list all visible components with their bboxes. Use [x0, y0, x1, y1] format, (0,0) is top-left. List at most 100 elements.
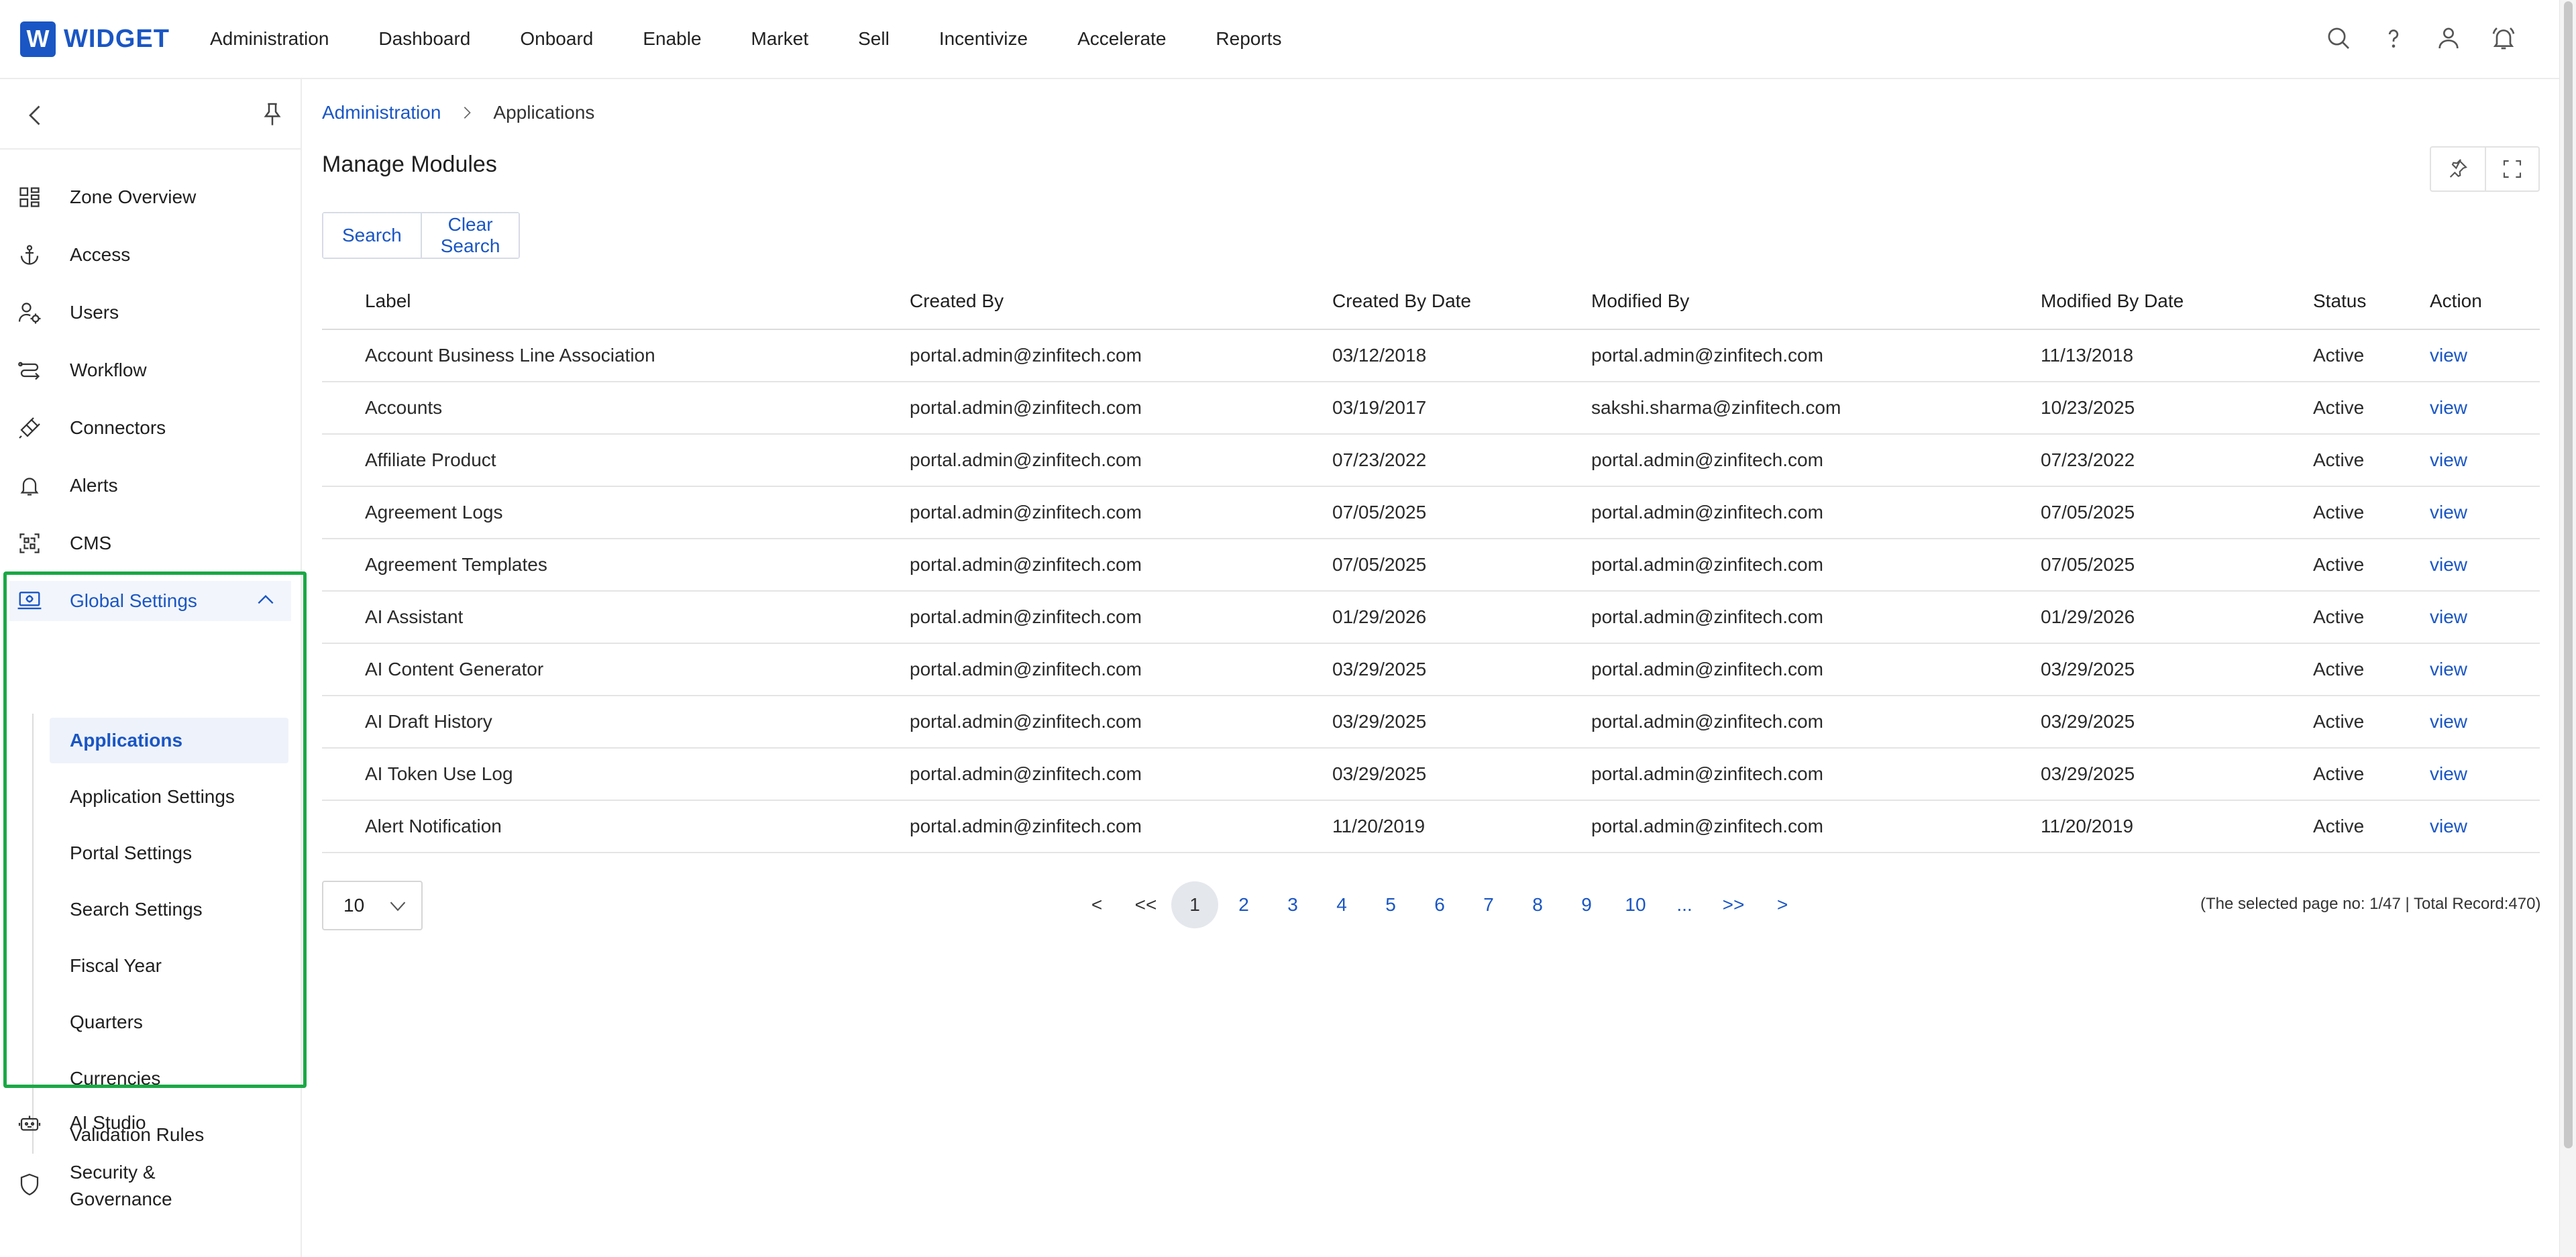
robot-icon: [15, 1108, 44, 1138]
sidebar-item-workflow[interactable]: Workflow: [0, 350, 302, 390]
view-link[interactable]: view: [2430, 659, 2467, 680]
view-link[interactable]: view: [2430, 711, 2467, 732]
nav-administration[interactable]: Administration: [210, 28, 329, 50]
nav-incentivize[interactable]: Incentivize: [939, 28, 1028, 50]
page-size-select[interactable]: 10: [322, 881, 423, 930]
cell-created-by-date: 03/29/2025: [1332, 711, 1427, 732]
sidebar-item-label: Zone Overview: [70, 186, 197, 207]
cell-status: Active: [2313, 763, 2365, 784]
pagination-page-9[interactable]: 9: [1563, 881, 1610, 928]
cell-status: Active: [2313, 502, 2365, 523]
cell-label: AI Assistant: [365, 606, 464, 627]
table-row: AI Assistant portal.admin@zinfitech.com 01…: [322, 592, 2540, 644]
table-row: AI Content Generator portal.admin@zinfite…: [322, 644, 2540, 696]
sidebar-item-cms[interactable]: CMS: [0, 523, 302, 563]
view-link[interactable]: view: [2430, 763, 2467, 785]
pagination-ellipsis[interactable]: ...: [1661, 881, 1708, 928]
view-link[interactable]: view: [2430, 554, 2467, 576]
clear-search-button[interactable]: Clear Search: [420, 213, 519, 258]
column-header-created-by-date[interactable]: Created By Date: [1332, 290, 1471, 312]
cell-modified-by-date: 07/23/2022: [2041, 449, 2135, 470]
cell-created-by: portal.admin@zinfitech.com: [910, 554, 1142, 575]
cell-label: AI Token Use Log: [365, 763, 513, 784]
pagination-page-10[interactable]: 10: [1612, 881, 1659, 928]
fullscreen-icon[interactable]: [2485, 148, 2538, 190]
pagination-next[interactable]: >: [1759, 881, 1806, 928]
pagination-prev-block[interactable]: <<: [1122, 881, 1169, 928]
view-link[interactable]: view: [2430, 502, 2467, 523]
sidebar-item-label: Workflow: [70, 360, 147, 380]
cell-label: Agreement Logs: [365, 502, 503, 523]
user-icon[interactable]: [2433, 23, 2464, 54]
cell-status: Active: [2313, 449, 2365, 470]
table-row: AI Token Use Log portal.admin@zinfitech.c…: [322, 749, 2540, 801]
view-link[interactable]: view: [2430, 816, 2467, 837]
nav-market[interactable]: Market: [751, 28, 809, 50]
sidebar-item-label: CMS: [70, 533, 112, 553]
pagination-info: (The selected page no: 1/47 | Total Reco…: [2200, 895, 2541, 913]
cell-modified-by-date: 07/05/2025: [2041, 502, 2135, 523]
cell-modified-by-date: 07/05/2025: [2041, 554, 2135, 575]
pin-icon[interactable]: [2431, 148, 2485, 190]
pin-sidebar-icon[interactable]: [259, 99, 286, 132]
page-scrollbar[interactable]: [2559, 0, 2576, 1257]
pagination-page-3[interactable]: 3: [1269, 881, 1316, 928]
sidebar-item-access[interactable]: Access: [0, 235, 302, 275]
help-icon[interactable]: [2378, 23, 2409, 54]
global-settings-highlight-box: [3, 571, 307, 1088]
cell-created-by-date: 03/29/2025: [1332, 763, 1427, 784]
pagination-page-6[interactable]: 6: [1416, 881, 1463, 928]
pagination-page-4[interactable]: 4: [1318, 881, 1365, 928]
search-button[interactable]: Search: [323, 213, 421, 258]
column-header-label[interactable]: Label: [365, 290, 411, 312]
pagination-prev[interactable]: <: [1073, 881, 1120, 928]
nav-enable[interactable]: Enable: [643, 28, 701, 50]
users-gear-icon: [15, 298, 44, 327]
bell-icon[interactable]: [2488, 23, 2519, 54]
search-icon[interactable]: [2323, 23, 2354, 54]
cell-modified-by: portal.admin@zinfitech.com: [1591, 763, 1823, 784]
sidebar-item-security-governance[interactable]: Security & Governance: [0, 1158, 302, 1211]
brand-logo[interactable]: W WIDGET: [20, 21, 170, 57]
breadcrumb-administration[interactable]: Administration: [322, 102, 441, 123]
nav-reports[interactable]: Reports: [1216, 28, 1281, 50]
column-header-created-by[interactable]: Created By: [910, 290, 1004, 312]
page-actions: [2430, 146, 2540, 192]
sidebar-item-users[interactable]: Users: [0, 292, 302, 333]
top-navbar: W WIDGET Administration Dashboard Onboar…: [0, 0, 2559, 79]
column-header-modified-by[interactable]: Modified By: [1591, 290, 1689, 312]
cell-status: Active: [2313, 397, 2365, 418]
pagination-page-8[interactable]: 8: [1514, 881, 1561, 928]
cell-created-by: portal.admin@zinfitech.com: [910, 397, 1142, 418]
collapse-sidebar-icon[interactable]: [24, 102, 48, 132]
sidebar-item-connectors[interactable]: Connectors: [0, 408, 302, 448]
view-link[interactable]: view: [2430, 345, 2467, 366]
nav-accelerate[interactable]: Accelerate: [1077, 28, 1166, 50]
nav-onboard[interactable]: Onboard: [520, 28, 593, 50]
scrollbar-thumb[interactable]: [2564, 1, 2573, 1148]
nav-dashboard[interactable]: Dashboard: [378, 28, 470, 50]
nav-sell[interactable]: Sell: [858, 28, 890, 50]
shield-icon: [15, 1170, 44, 1199]
sidebar-item-label-line2: Governance: [70, 1189, 172, 1209]
pagination-page-1[interactable]: 1: [1171, 881, 1218, 928]
view-link[interactable]: view: [2430, 606, 2467, 628]
pagination-page-2[interactable]: 2: [1220, 881, 1267, 928]
pagination-page-7[interactable]: 7: [1465, 881, 1512, 928]
sidebar-item-label-line1: Security &: [70, 1162, 156, 1183]
sidebar-item-ai-studio[interactable]: AI Studio: [0, 1103, 302, 1143]
cell-label: AI Draft History: [365, 711, 492, 732]
pagination-page-5[interactable]: 5: [1367, 881, 1414, 928]
table-row: Agreement Logs portal.admin@zinfitech.com…: [322, 487, 2540, 539]
sidebar-item-alerts[interactable]: Alerts: [0, 466, 302, 506]
anchor-icon: [15, 240, 44, 270]
table-header: Label Created By Created By Date Modifie…: [322, 274, 2540, 330]
view-link[interactable]: view: [2430, 397, 2467, 419]
cell-label: AI Content Generator: [365, 659, 544, 679]
sidebar-item-zone-overview[interactable]: Zone Overview: [0, 177, 302, 217]
view-link[interactable]: view: [2430, 449, 2467, 471]
cell-created-by-date: 03/12/2018: [1332, 345, 1427, 366]
column-header-status[interactable]: Status: [2313, 290, 2366, 312]
pagination-next-block[interactable]: >>: [1710, 881, 1757, 928]
column-header-modified-by-date[interactable]: Modified By Date: [2041, 290, 2184, 312]
